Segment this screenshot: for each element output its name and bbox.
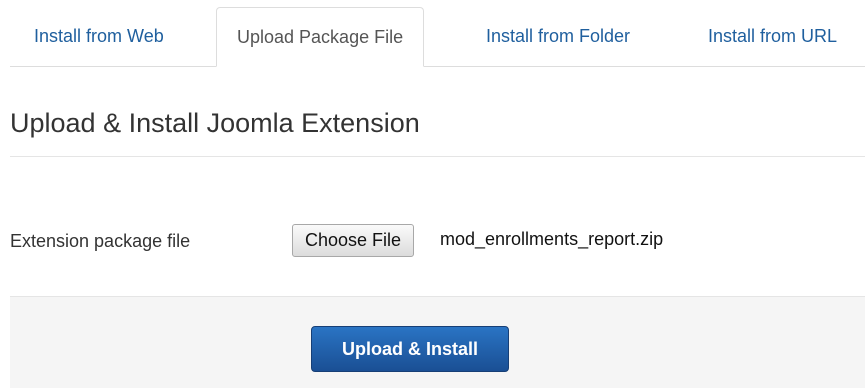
install-tabs: Install from Web Upload Package File Ins… (10, 7, 865, 67)
tab-upload-package-file[interactable]: Upload Package File (216, 7, 425, 67)
page-title: Upload & Install Joomla Extension (10, 108, 420, 138)
tab-install-from-url[interactable]: Install from URL (708, 7, 837, 65)
extension-package-label: Extension package file (10, 231, 191, 251)
choose-file-button[interactable]: Choose File (292, 224, 415, 257)
title-divider (10, 156, 865, 157)
upload-install-button[interactable]: Upload & Install (311, 326, 509, 372)
tab-install-from-web[interactable]: Install from Web (34, 7, 164, 65)
selected-file-name: mod_enrollments_report.zip (440, 229, 664, 249)
tab-install-from-folder[interactable]: Install from Folder (486, 7, 630, 65)
